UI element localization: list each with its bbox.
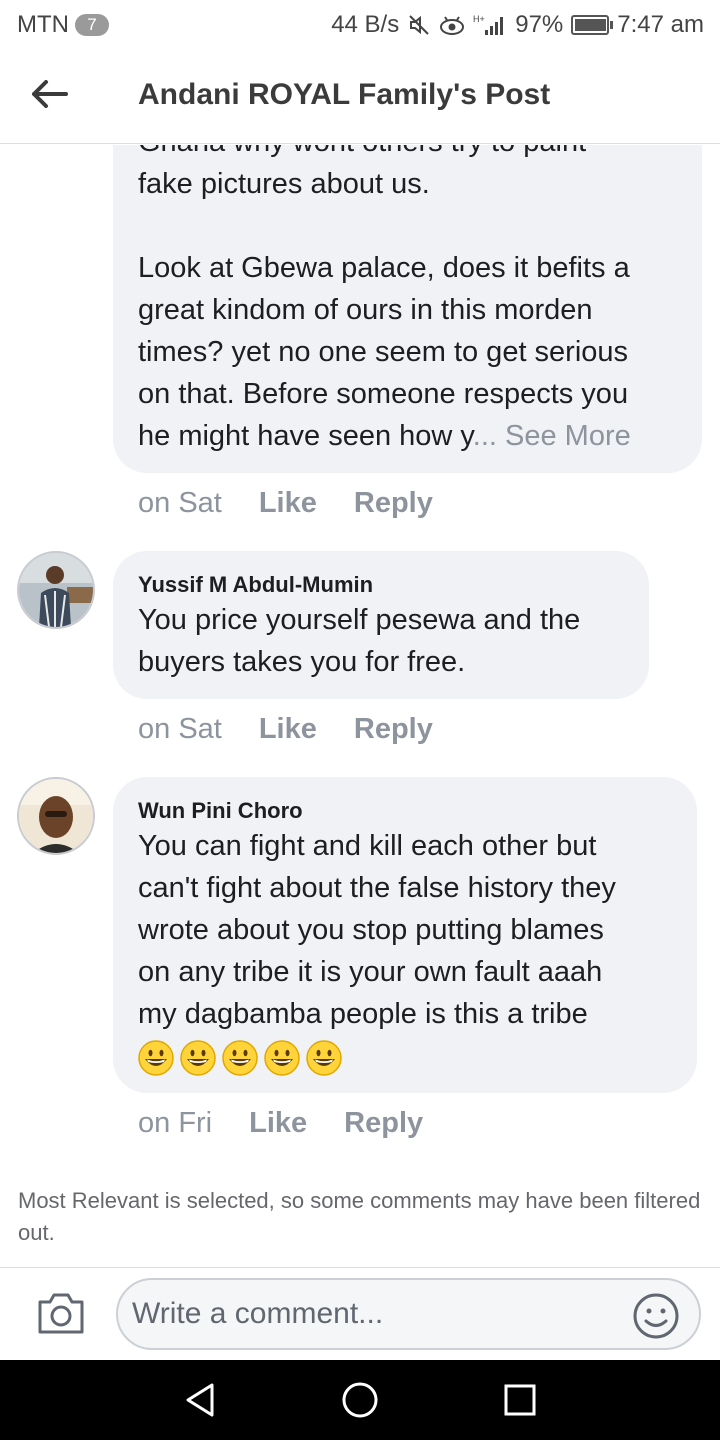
- recents-square-icon: [504, 1384, 536, 1416]
- like-button[interactable]: Like: [259, 713, 317, 746]
- avatar-photo: [19, 779, 93, 853]
- grinning-face-icon: [138, 1040, 174, 1076]
- smiley-icon: [633, 1293, 679, 1339]
- post-header: Andani ROYAL Family's Post: [0, 50, 720, 144]
- nav-home-button[interactable]: [340, 1380, 380, 1420]
- mute-icon: [407, 13, 431, 37]
- ellipsis: ...: [472, 420, 497, 452]
- avatar[interactable]: [17, 551, 95, 629]
- comment-line: my dagbamba people is this a tribe: [138, 998, 588, 1030]
- comment-text: Ghana why wont others try to paint fake …: [138, 145, 698, 457]
- reply-button[interactable]: Reply: [344, 1107, 423, 1140]
- signal-icon: H+: [473, 13, 507, 37]
- comment-line: You price yourself pesewa and the: [138, 604, 581, 636]
- comment-line: he might have seen how y: [138, 420, 473, 452]
- camera-icon: [38, 1293, 84, 1334]
- nav-recents-button[interactable]: [500, 1380, 540, 1420]
- avatar-photo: [19, 553, 93, 627]
- net-speed: 44 B/s: [331, 11, 400, 38]
- comment-line: great kindom of ours in this morden: [138, 294, 593, 326]
- comment-input[interactable]: [116, 1278, 701, 1350]
- battery-icon: [571, 15, 614, 35]
- nav-back-button[interactable]: [180, 1380, 220, 1420]
- comment-line-truncated: he might have seen how y... See More: [138, 415, 698, 457]
- like-button[interactable]: Like: [259, 487, 317, 520]
- comment-author[interactable]: Wun Pini Choro: [138, 798, 303, 824]
- comment-actions: on Fri Like Reply: [138, 1107, 423, 1140]
- comment-line: on that. Before someone respects you: [138, 378, 629, 410]
- back-arrow-icon: [32, 80, 68, 108]
- emoji-button[interactable]: [632, 1292, 680, 1340]
- comment-text: You can fight and kill each other but ca…: [138, 825, 693, 1035]
- back-triangle-icon: [186, 1383, 214, 1417]
- status-bar: MTN 7 44 B/s H+ 97% 7:47 am: [0, 0, 720, 50]
- comment-timestamp[interactable]: on Fri: [138, 1107, 212, 1140]
- system-nav-bar: [0, 1360, 720, 1440]
- grinning-face-icon: [222, 1040, 258, 1076]
- like-button[interactable]: Like: [249, 1107, 307, 1140]
- comment-timestamp[interactable]: on Sat: [138, 487, 222, 520]
- page-title: Andani ROYAL Family's Post: [138, 78, 551, 111]
- comment-line: Ghana why wont others try to paint: [138, 145, 698, 163]
- battery-percent: 97%: [515, 11, 564, 38]
- comment-line-blank: [138, 205, 698, 247]
- eye-comfort-icon: [439, 14, 465, 36]
- status-left: MTN 7: [17, 11, 109, 39]
- camera-button[interactable]: [36, 1290, 86, 1336]
- comment-line: Look at Gbewa palace, does it befits a: [138, 252, 630, 284]
- carrier-name: MTN: [17, 11, 69, 38]
- comment-composer: [0, 1267, 720, 1360]
- comment-line: fake pictures about us.: [138, 168, 430, 200]
- comment-line: can't fight about the false history they: [138, 872, 616, 904]
- back-button[interactable]: [28, 74, 72, 114]
- home-circle-icon: [342, 1382, 378, 1418]
- grinning-face-icon: [264, 1040, 300, 1076]
- comment-actions: on Sat Like Reply: [138, 487, 433, 520]
- emoji-row: [138, 1040, 342, 1076]
- notification-count-badge: 7: [74, 14, 109, 36]
- see-more-link[interactable]: See More: [505, 420, 631, 452]
- grinning-face-icon: [306, 1040, 342, 1076]
- grinning-face-icon: [180, 1040, 216, 1076]
- comment-line: times? yet no one seem to get serious: [138, 336, 629, 368]
- comment-line: You can fight and kill each other but: [138, 830, 597, 862]
- avatar[interactable]: [17, 777, 95, 855]
- reply-button[interactable]: Reply: [354, 487, 433, 520]
- clock: 7:47 am: [617, 11, 704, 38]
- comment-line: wrote about you stop putting blames: [138, 914, 604, 946]
- comment-line: on any tribe it is your own fault aaah: [138, 956, 603, 988]
- comment-timestamp[interactable]: on Sat: [138, 713, 222, 746]
- comment-text: You price yourself pesewa and the buyers…: [138, 599, 648, 683]
- comments-list[interactable]: Ghana why wont others try to paint fake …: [0, 145, 720, 1265]
- comment-actions: on Sat Like Reply: [138, 713, 433, 746]
- filter-note: Most Relevant is selected, so some comme…: [18, 1188, 701, 1245]
- comment-line: buyers takes you for free.: [138, 646, 466, 678]
- comment-author[interactable]: Yussif M Abdul-Mumin: [138, 572, 373, 598]
- reply-button[interactable]: Reply: [354, 713, 433, 746]
- status-right: 44 B/s H+ 97% 7:47 am: [331, 11, 704, 39]
- network-type-label: H+: [473, 14, 485, 24]
